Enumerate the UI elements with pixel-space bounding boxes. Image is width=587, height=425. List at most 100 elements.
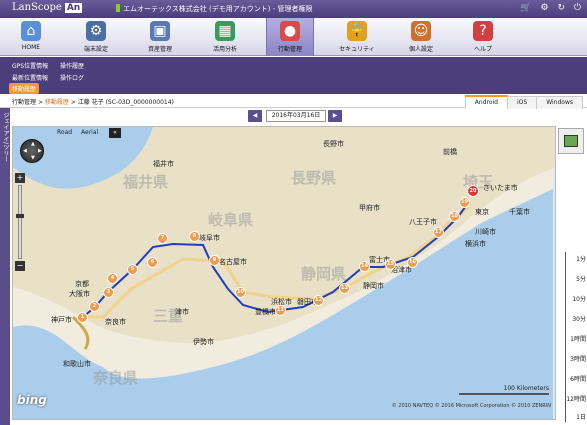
breadcrumb: 行動管理 > 移動履歴 > 江藤 花子 (SC-03D_0000000014) xyxy=(12,97,174,106)
breadcrumb-root[interactable]: 行動管理 xyxy=(12,99,36,106)
nav-location-label: 行動管理 xyxy=(277,46,302,53)
status-mark-icon xyxy=(116,4,120,12)
nav-help[interactable]: ? ヘルプ xyxy=(459,18,507,56)
map-label: 八王子市 xyxy=(409,218,437,226)
route-pin[interactable]: 18 xyxy=(449,211,460,222)
route-pin[interactable]: 5 xyxy=(127,264,138,275)
nav-analysis[interactable]: ▦ 活用分析 xyxy=(201,18,249,56)
route-pin[interactable]: 9 xyxy=(209,255,220,266)
nav-assets-label: 資産管理 xyxy=(147,46,172,53)
map-scale-bar xyxy=(459,393,549,395)
route-pin[interactable]: 3 xyxy=(103,287,114,298)
route-pin[interactable]: 8 xyxy=(189,231,200,242)
map-label: 和歌山市 xyxy=(63,360,91,368)
time-tick[interactable]: 30分 xyxy=(562,314,586,323)
map-label: 大阪市 xyxy=(69,290,90,298)
route-pin[interactable]: 6 xyxy=(147,257,158,268)
route-pin[interactable]: 4 xyxy=(107,273,118,284)
tree-sidebar[interactable]: ジェイアイ/ツリー xyxy=(0,108,10,425)
route-pin-latest[interactable]: 20 xyxy=(467,185,479,197)
map-label: 名古屋市 xyxy=(219,258,247,266)
main-nav: ⌂ HOME ⚙ 端末設定 ▣ 資産管理 ▦ 活用分析 ● 行動管理 🔒 セキュリティ ☺ 個… xyxy=(0,18,587,56)
map-label: 奈良県 xyxy=(93,369,139,387)
map-label: 甲府市 xyxy=(359,204,380,212)
time-tick[interactable]: 5分 xyxy=(562,274,586,283)
sub-nav: GPS位置情報 操作履歴 最新位置情報 操作ログ 移動履歴 xyxy=(0,57,587,94)
map-label: 神戸市 xyxy=(51,316,72,324)
collapse-toolbar-button[interactable]: « xyxy=(109,128,121,138)
map-label: 千葉市 xyxy=(509,208,530,216)
map-label: 長野市 xyxy=(323,140,344,148)
cart-icon[interactable]: 🛒 xyxy=(520,3,531,13)
map-layer-button[interactable] xyxy=(558,128,584,154)
route-pin[interactable]: 19 xyxy=(459,197,470,208)
nav-assets[interactable]: ▣ 資産管理 xyxy=(136,18,184,56)
route-pin[interactable]: 17 xyxy=(433,227,444,238)
nav-help-label: ヘルプ xyxy=(473,46,492,53)
route-pin[interactable]: 12 xyxy=(313,295,324,306)
lock-icon: 🔒 xyxy=(347,21,367,41)
logout-icon[interactable]: ⏻ xyxy=(574,3,581,13)
top-icons: 🛒 ⚙ ↻ ⏻ xyxy=(514,3,581,13)
route-pin[interactable]: 2 xyxy=(89,301,100,312)
tab-android[interactable]: Android xyxy=(464,95,508,108)
map-label: 静岡県 xyxy=(301,265,347,283)
route-pin[interactable]: 7 xyxy=(157,233,168,244)
help-icon: ? xyxy=(473,21,493,41)
map-label: 福井市 xyxy=(153,160,174,168)
nav-personal[interactable]: ☺ 個人設定 xyxy=(397,18,445,56)
nav-security[interactable]: 🔒 セキュリティ xyxy=(333,18,381,56)
zoom-in-button[interactable]: + xyxy=(15,173,25,183)
road-view-button[interactable]: Road xyxy=(57,129,72,136)
settings-icon[interactable]: ⚙ xyxy=(541,3,549,13)
nav-device-settings-label: 端末設定 xyxy=(83,46,108,53)
aerial-view-button[interactable]: Aerial xyxy=(81,129,98,136)
breadcrumb-separator: > xyxy=(70,99,76,106)
location-icon: ● xyxy=(280,21,300,41)
nav-security-label: セキュリティ xyxy=(339,46,375,53)
subnav-op-history[interactable]: 操作履歴 xyxy=(60,61,84,70)
zoom-track[interactable] xyxy=(16,185,24,259)
map-label: 伊勢市 xyxy=(193,338,214,346)
subnav-gps[interactable]: GPS位置情報 xyxy=(12,61,48,70)
subnav-recent-location[interactable]: 最新位置情報 xyxy=(12,73,48,82)
route-pin[interactable]: 11 xyxy=(275,305,286,316)
nav-device-settings[interactable]: ⚙ 端末設定 xyxy=(72,18,120,56)
route-pin[interactable]: 10 xyxy=(235,287,246,298)
map-label: 東京 xyxy=(475,208,489,216)
route-pin[interactable]: 15 xyxy=(385,259,396,270)
map-view[interactable]: Road Aerial « ▲ ▼ ◀ ▶ + − 福井県 長野県 岐阜県 静岡県 三… xyxy=(12,126,556,420)
time-tick[interactable]: 1日 xyxy=(562,412,586,421)
time-tick[interactable]: 6時間 xyxy=(562,374,586,383)
layers-icon xyxy=(564,135,578,147)
nav-analysis-label: 活用分析 xyxy=(212,46,237,53)
time-tick[interactable]: 12時間 xyxy=(562,394,586,403)
prev-date-button[interactable]: ◀ xyxy=(248,110,262,122)
next-date-button[interactable]: ▶ xyxy=(328,110,342,122)
time-tick[interactable]: 1時間 xyxy=(562,334,586,343)
map-label: 岐阜県 xyxy=(208,211,254,229)
tab-windows[interactable]: Windows xyxy=(536,96,583,109)
zoom-thumb[interactable] xyxy=(16,214,24,218)
nav-location[interactable]: ● 行動管理 xyxy=(266,18,314,56)
route-pin[interactable]: 1 xyxy=(77,312,88,323)
subnav-op-log[interactable]: 操作ログ xyxy=(60,73,84,82)
date-field[interactable]: 2016年03月16日 xyxy=(266,110,326,122)
map-label: さいたま市 xyxy=(483,184,518,192)
subnav-move-history[interactable]: 移動履歴 xyxy=(9,83,40,94)
time-tick[interactable]: 3時間 xyxy=(562,354,586,363)
breadcrumb-device: 江藤 花子 (SC-03D_0000000014) xyxy=(77,99,174,106)
refresh-icon[interactable]: ↻ xyxy=(557,3,565,13)
map-label: 前橋 xyxy=(443,148,457,156)
nav-home[interactable]: ⌂ HOME xyxy=(7,18,55,56)
route-pin[interactable]: 14 xyxy=(359,261,370,272)
tab-ios[interactable]: iOS xyxy=(507,96,538,109)
time-tick[interactable]: 10分 xyxy=(562,294,586,303)
logo-badge: An xyxy=(64,3,83,13)
time-tick[interactable]: 1分 xyxy=(562,254,586,263)
zoom-out-button[interactable]: − xyxy=(15,261,25,271)
route-pin[interactable]: 16 xyxy=(407,257,418,268)
logo-text: LanScope xyxy=(12,2,62,13)
route-pin[interactable]: 13 xyxy=(339,283,350,294)
compass-control[interactable]: ▲ ▼ ◀ ▶ xyxy=(20,139,44,163)
